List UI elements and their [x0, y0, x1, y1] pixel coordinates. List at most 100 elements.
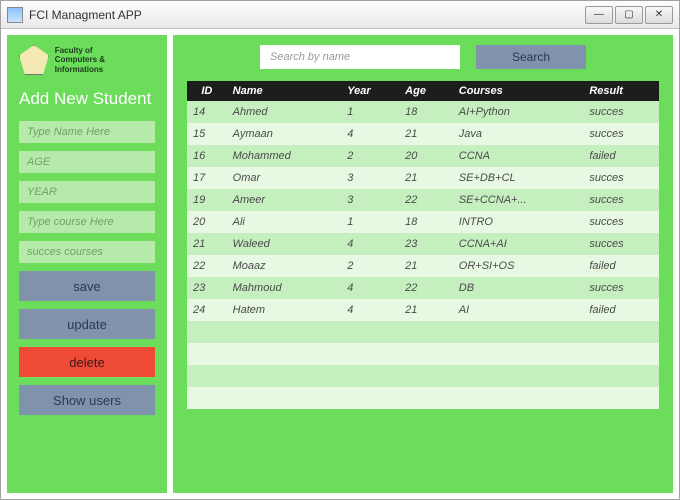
app-icon	[7, 7, 23, 23]
cell-id: 22	[187, 255, 227, 277]
cell-year: 2	[341, 255, 399, 277]
sidebar: Faculty of Computers & Informations Add …	[7, 35, 167, 493]
save-button[interactable]: save	[19, 271, 155, 301]
cell-courses: INTRO	[453, 211, 584, 233]
search-button[interactable]: Search	[476, 45, 586, 69]
cell-age: 21	[399, 299, 453, 321]
cell-name: Hatem	[227, 299, 342, 321]
cell-courses: CCNA	[453, 145, 584, 167]
cell-id: 23	[187, 277, 227, 299]
cell-result: failed	[583, 255, 659, 277]
logo-line1: Faculty of	[55, 46, 155, 56]
name-field[interactable]	[19, 121, 155, 143]
age-field[interactable]	[19, 151, 155, 173]
cell-age: 20	[399, 145, 453, 167]
cell-age: 22	[399, 189, 453, 211]
cell-id: 14	[187, 101, 227, 123]
minimize-button[interactable]: —	[585, 6, 613, 24]
logo: Faculty of Computers & Informations	[19, 45, 155, 75]
course-field[interactable]	[19, 211, 155, 233]
col-id[interactable]: ID	[187, 81, 227, 101]
cell-result: succes	[583, 167, 659, 189]
cell-id: 24	[187, 299, 227, 321]
show-users-button[interactable]: Show users	[19, 385, 155, 415]
cell-year: 4	[341, 277, 399, 299]
cell-age: 22	[399, 277, 453, 299]
cell-age: 21	[399, 255, 453, 277]
cell-age: 18	[399, 101, 453, 123]
col-year[interactable]: Year	[341, 81, 399, 101]
cell-age: 21	[399, 123, 453, 145]
cell-courses: AI	[453, 299, 584, 321]
table-row[interactable]: 20Ali118INTROsucces	[187, 211, 659, 233]
cell-name: Moaaz	[227, 255, 342, 277]
cell-courses: CCNA+AI	[453, 233, 584, 255]
table-row-empty	[187, 343, 659, 365]
cell-result: succes	[583, 123, 659, 145]
update-button[interactable]: update	[19, 309, 155, 339]
cell-name: Waleed	[227, 233, 342, 255]
cell-year: 4	[341, 233, 399, 255]
cell-age: 23	[399, 233, 453, 255]
table-row[interactable]: 15Aymaan421Javasucces	[187, 123, 659, 145]
cell-name: Ahmed	[227, 101, 342, 123]
search-input[interactable]	[260, 45, 460, 69]
cell-courses: SE+CCNA+...	[453, 189, 584, 211]
cell-id: 17	[187, 167, 227, 189]
close-button[interactable]: ✕	[645, 6, 673, 24]
cell-result: succes	[583, 101, 659, 123]
logo-text: Faculty of Computers & Informations	[55, 46, 155, 75]
cell-id: 15	[187, 123, 227, 145]
cell-id: 16	[187, 145, 227, 167]
cell-courses: DB	[453, 277, 584, 299]
table-row-empty	[187, 387, 659, 409]
delete-button[interactable]: delete	[19, 347, 155, 377]
table-row[interactable]: 21Waleed423CCNA+AIsucces	[187, 233, 659, 255]
year-field[interactable]	[19, 181, 155, 203]
cell-result: failed	[583, 145, 659, 167]
cell-name: Mohammed	[227, 145, 342, 167]
sidebar-heading: Add New Student	[19, 89, 155, 109]
table-row[interactable]: 19Ameer322SE+CCNA+...succes	[187, 189, 659, 211]
cell-result: succes	[583, 211, 659, 233]
cell-id: 21	[187, 233, 227, 255]
table-header-row: ID Name Year Age Courses Result	[187, 81, 659, 101]
table-row[interactable]: 24Hatem421AIfailed	[187, 299, 659, 321]
cell-id: 20	[187, 211, 227, 233]
faculty-logo-icon	[19, 45, 49, 75]
cell-year: 1	[341, 101, 399, 123]
table-row[interactable]: 14Ahmed118AI+Pythonsucces	[187, 101, 659, 123]
table-row[interactable]: 22Moaaz221OR+SI+OSfailed	[187, 255, 659, 277]
app-window: FCI Managment APP — ▢ ✕ Faculty of Compu…	[0, 0, 680, 500]
cell-year: 1	[341, 211, 399, 233]
cell-year: 2	[341, 145, 399, 167]
cell-result: succes	[583, 189, 659, 211]
cell-name: Ali	[227, 211, 342, 233]
col-name[interactable]: Name	[227, 81, 342, 101]
cell-result: succes	[583, 277, 659, 299]
cell-courses: AI+Python	[453, 101, 584, 123]
maximize-button[interactable]: ▢	[615, 6, 643, 24]
cell-name: Aymaan	[227, 123, 342, 145]
logo-line2: Computers & Informations	[55, 55, 155, 74]
cell-year: 4	[341, 123, 399, 145]
cell-result: failed	[583, 299, 659, 321]
cell-year: 3	[341, 167, 399, 189]
cell-age: 21	[399, 167, 453, 189]
col-result[interactable]: Result	[583, 81, 659, 101]
table-row[interactable]: 16Mohammed220CCNAfailed	[187, 145, 659, 167]
window-title: FCI Managment APP	[29, 8, 142, 22]
cell-result: succes	[583, 233, 659, 255]
col-age[interactable]: Age	[399, 81, 453, 101]
cell-year: 4	[341, 299, 399, 321]
success-courses-field[interactable]	[19, 241, 155, 263]
table-row[interactable]: 23Mahmoud422DBsucces	[187, 277, 659, 299]
cell-name: Ameer	[227, 189, 342, 211]
cell-courses: OR+SI+OS	[453, 255, 584, 277]
table-row-empty	[187, 365, 659, 387]
col-courses[interactable]: Courses	[453, 81, 584, 101]
cell-year: 3	[341, 189, 399, 211]
titlebar: FCI Managment APP — ▢ ✕	[1, 1, 679, 29]
table-row-empty	[187, 321, 659, 343]
table-row[interactable]: 17Omar321SE+DB+CLsucces	[187, 167, 659, 189]
